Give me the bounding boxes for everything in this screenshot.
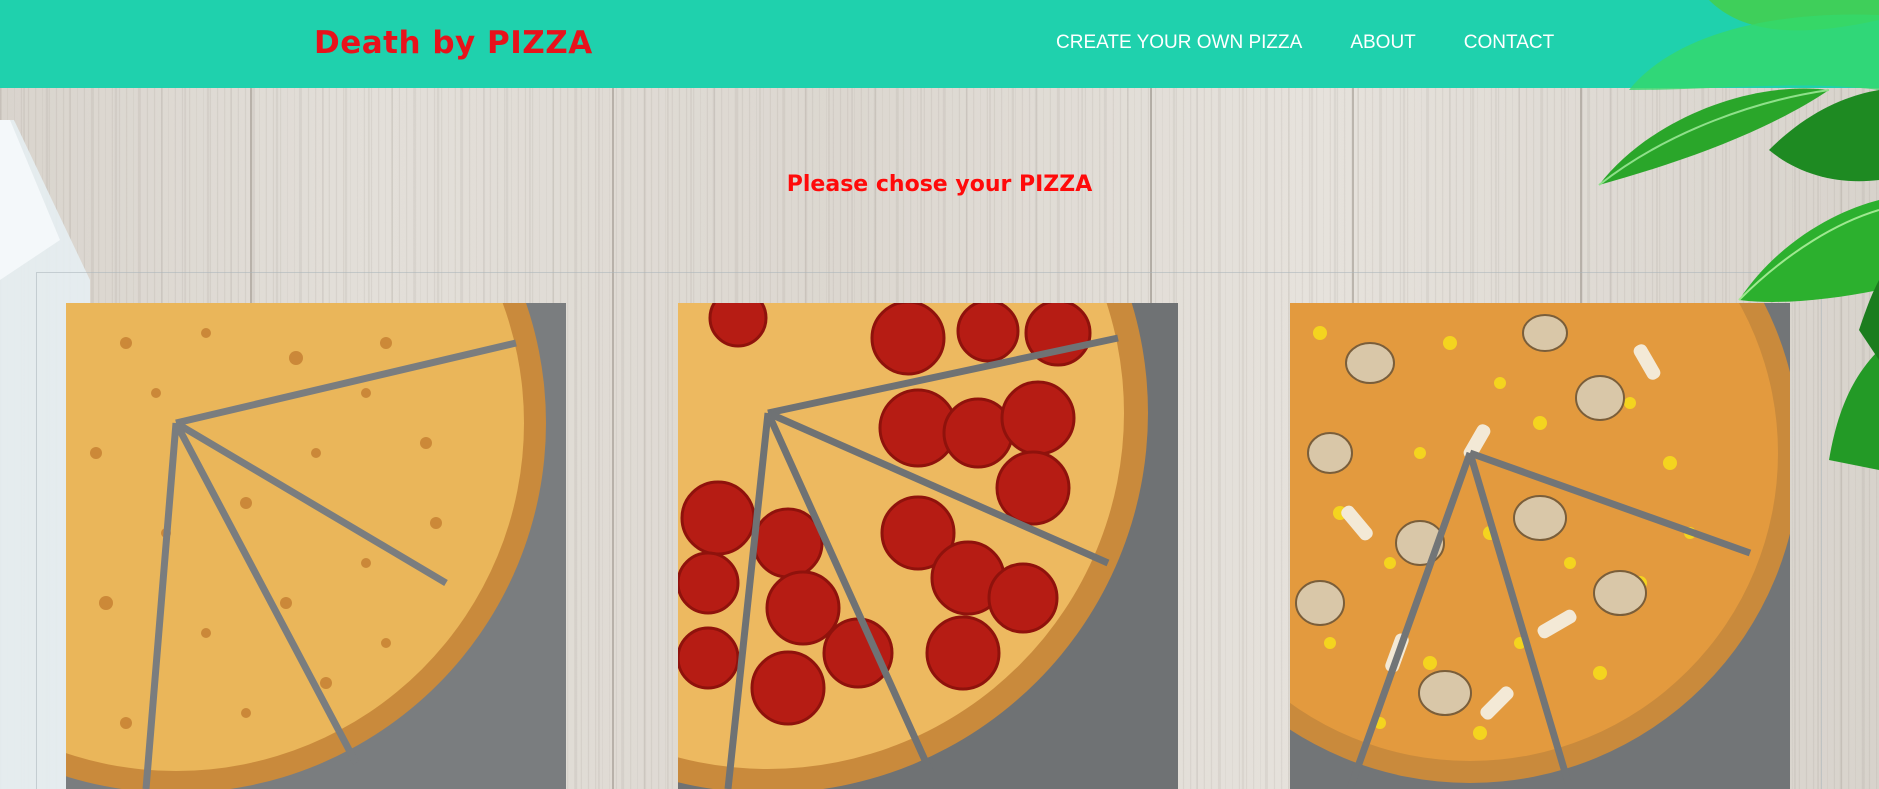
nav-about[interactable]: ABOUT xyxy=(1350,32,1415,54)
leaves-decoration xyxy=(1598,0,1879,470)
main-nav: CREATE YOUR OWN PIZZA ABOUT CONTACT xyxy=(1056,32,1554,54)
brand-logo[interactable]: Death by PIZZA xyxy=(314,25,593,61)
cheese-pizza-image xyxy=(66,303,566,789)
cheese-pizza-card[interactable] xyxy=(66,303,566,789)
pepperoni-pizza-card[interactable] xyxy=(678,303,1178,789)
pepperoni-pizza-image xyxy=(678,303,1178,789)
nav-contact[interactable]: CONTACT xyxy=(1464,32,1554,54)
nav-create-your-own-pizza[interactable]: CREATE YOUR OWN PIZZA xyxy=(1056,32,1302,54)
